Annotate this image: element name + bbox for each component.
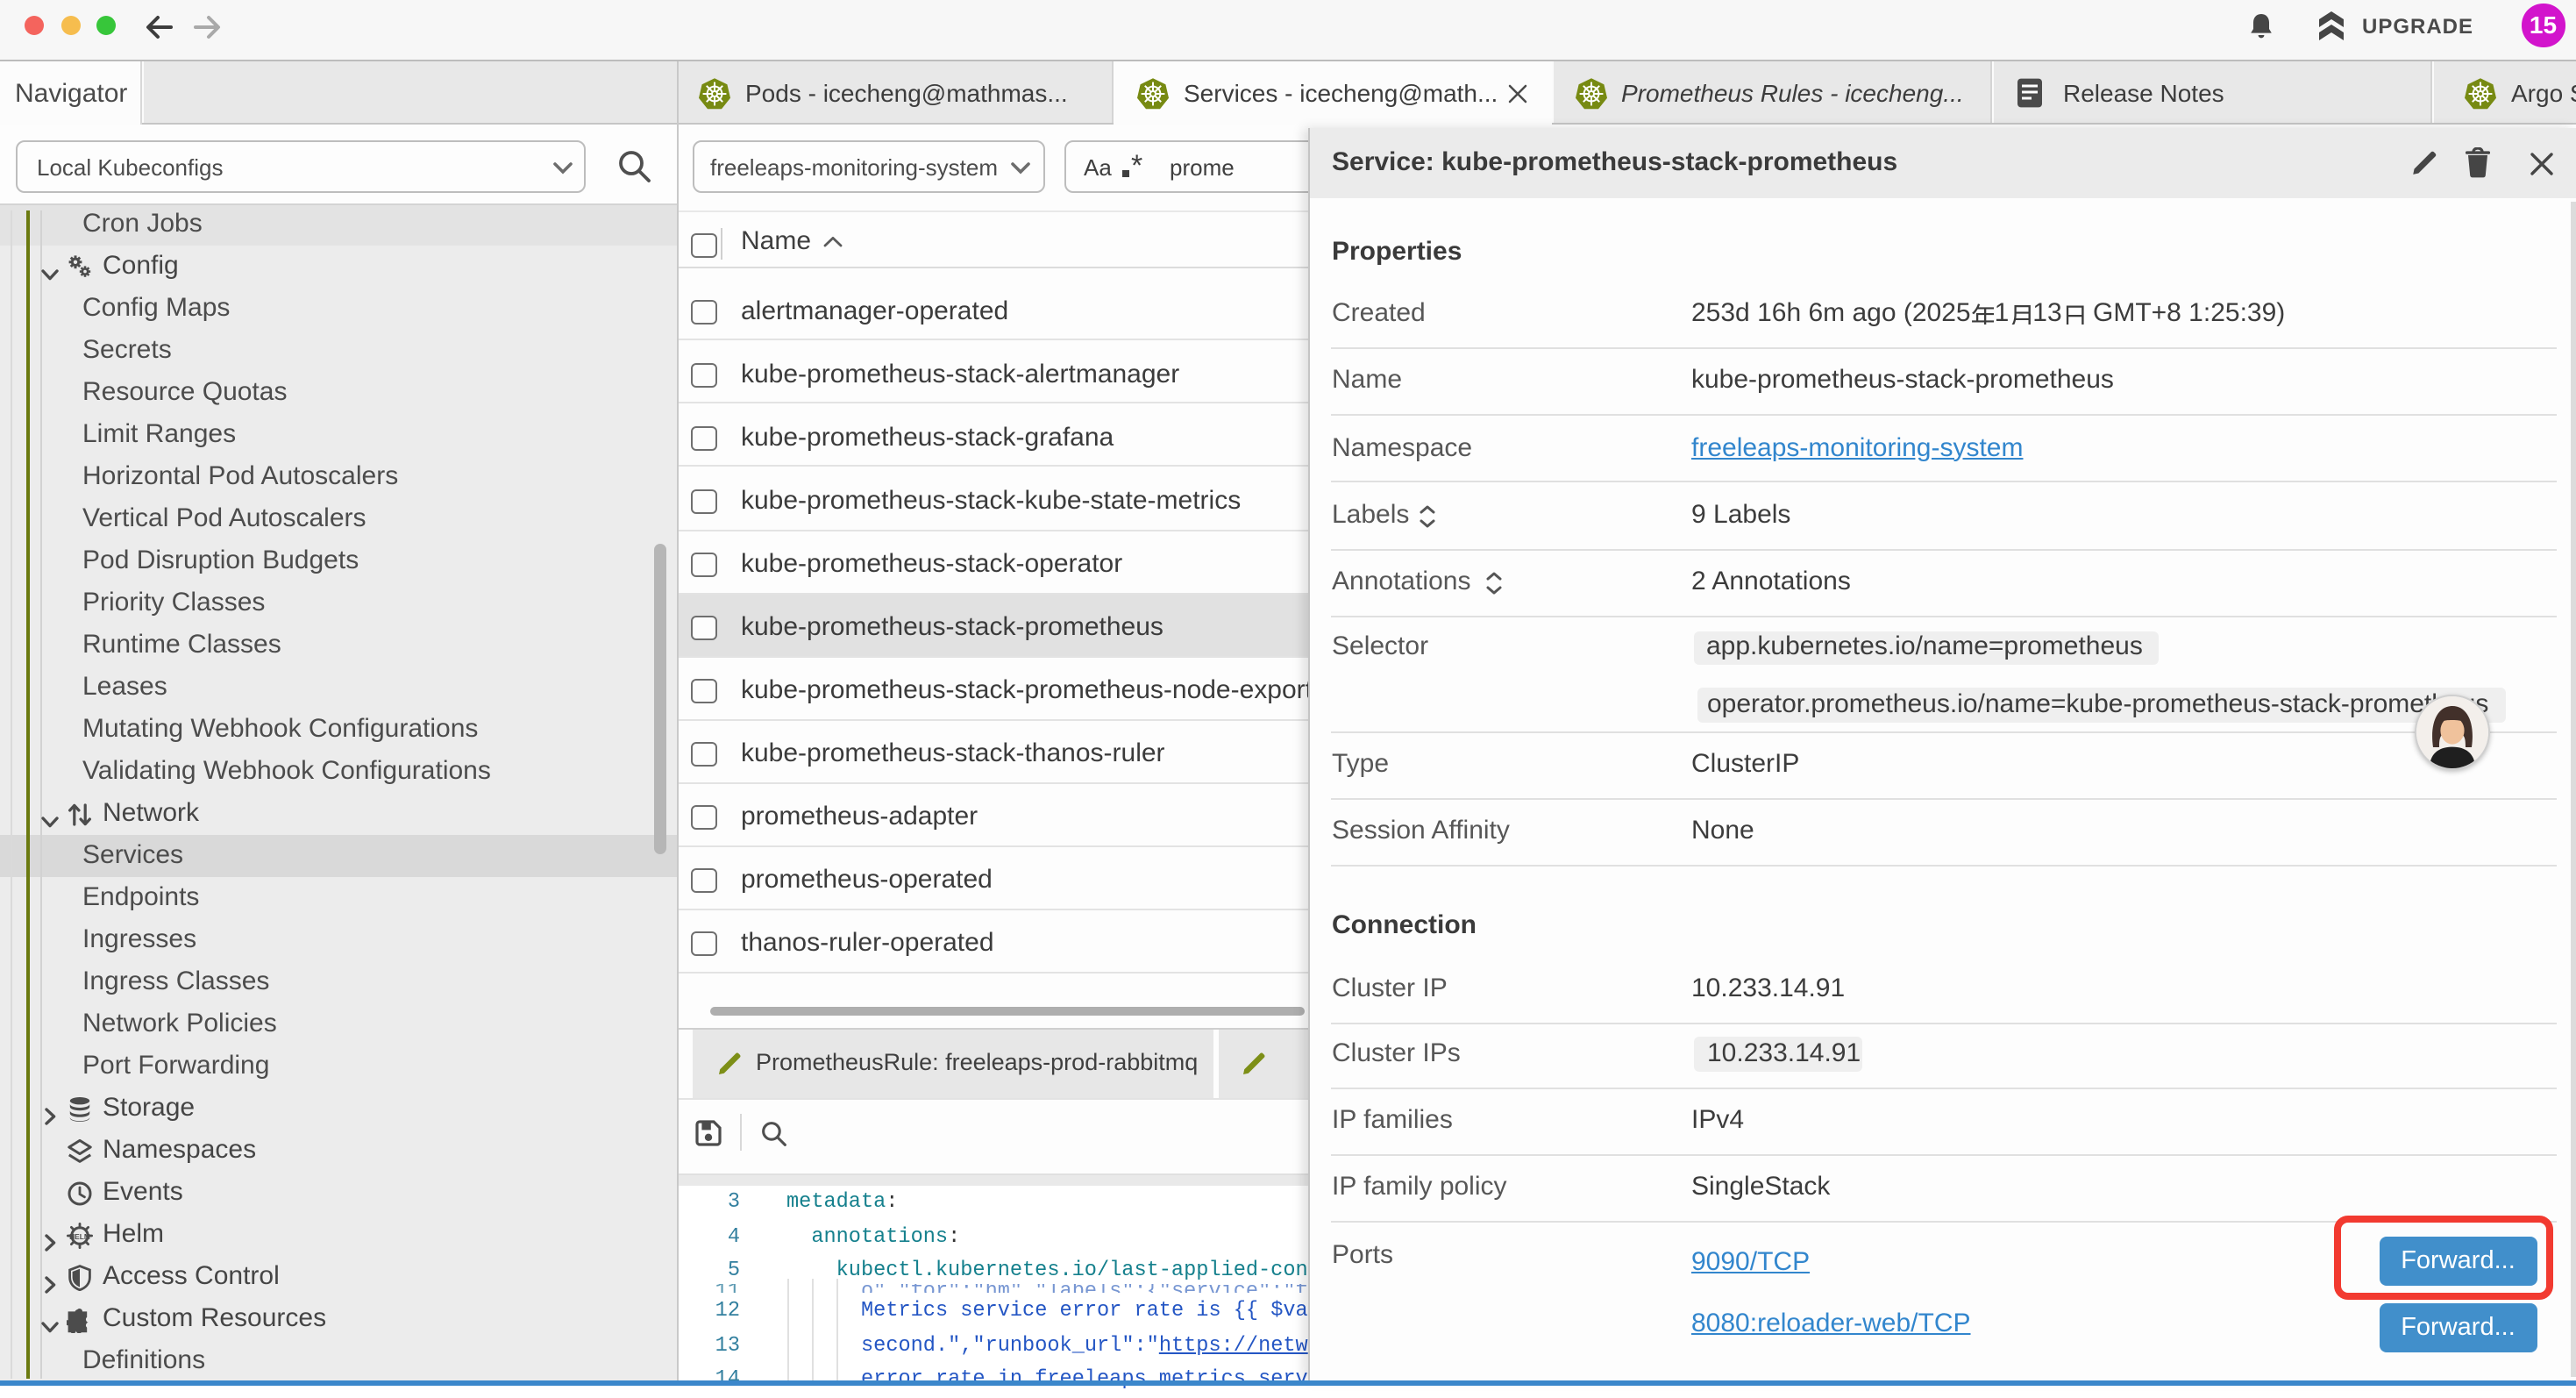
svg-text:HELM: HELM	[69, 1231, 90, 1240]
